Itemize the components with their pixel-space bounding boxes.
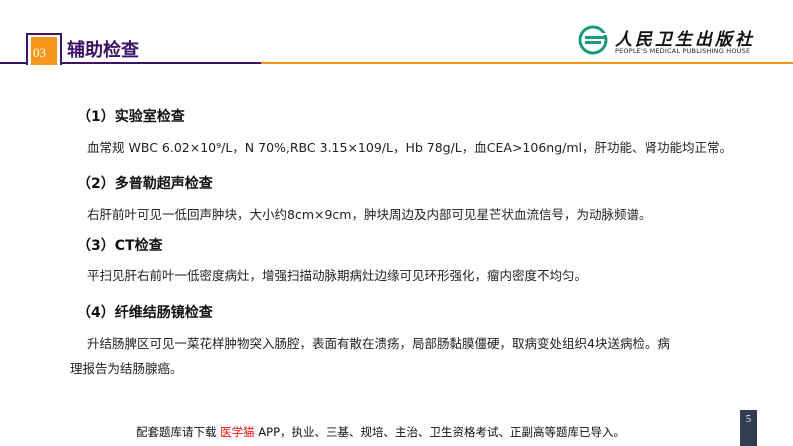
section-heading: （3）CT检查	[77, 238, 163, 254]
footer-suffix: APP，执业、三基、规培、主治、卫生资格考试、正副高等题库已导入。	[254, 425, 626, 439]
section-text: 右肝前叶可见一低回声肿块，大小约8cm×9cm，肿块周边及内部可见星芒状血流信号…	[87, 207, 652, 222]
publisher-logo: 人民卫生出版社 PEOPLE'S MEDICAL PUBLISHING HOUS…	[577, 24, 772, 58]
header-divider-orange	[261, 62, 793, 64]
page-title: 辅助检查	[67, 40, 139, 61]
section-text: 平扫见肝右前叶一低密度病灶，增强扫描动脉期病灶边缘可见环形强化，瘤内密度不均匀。	[87, 268, 588, 283]
page-number-badge: 5	[740, 410, 757, 446]
footer-prefix: 配套题库请下载	[136, 425, 221, 439]
section-text: 升结肠脾区可见一菜花样肿物突入肠腔，表面有散在溃疡，局部肠黏膜僵硬，取病变处组织…	[87, 336, 670, 351]
page-number: 5	[746, 414, 751, 425]
footer-app-name: 医学猫	[220, 425, 255, 439]
section-number-badge: 03	[31, 37, 57, 65]
section-number: 03	[33, 45, 46, 60]
footer-note: 配套题库请下载 医学猫 APP，执业、三基、规培、主治、卫生资格考试、正副高等题…	[136, 424, 625, 440]
logo-name-en: PEOPLE'S MEDICAL PUBLISHING HOUSE	[615, 47, 751, 55]
section-text: 血常规 WBC 6.02×10⁹/L，N 70%,RBC 3.15×109/L，…	[87, 140, 733, 155]
section-text: 理报告为结肠腺癌。	[70, 361, 183, 376]
section-heading: （1）实验室检查	[77, 109, 185, 125]
section-heading: （2）多普勒超声检查	[77, 176, 213, 192]
pmph-logo-icon	[578, 25, 611, 55]
section-heading: （4）纤维结肠镜检查	[77, 305, 213, 321]
